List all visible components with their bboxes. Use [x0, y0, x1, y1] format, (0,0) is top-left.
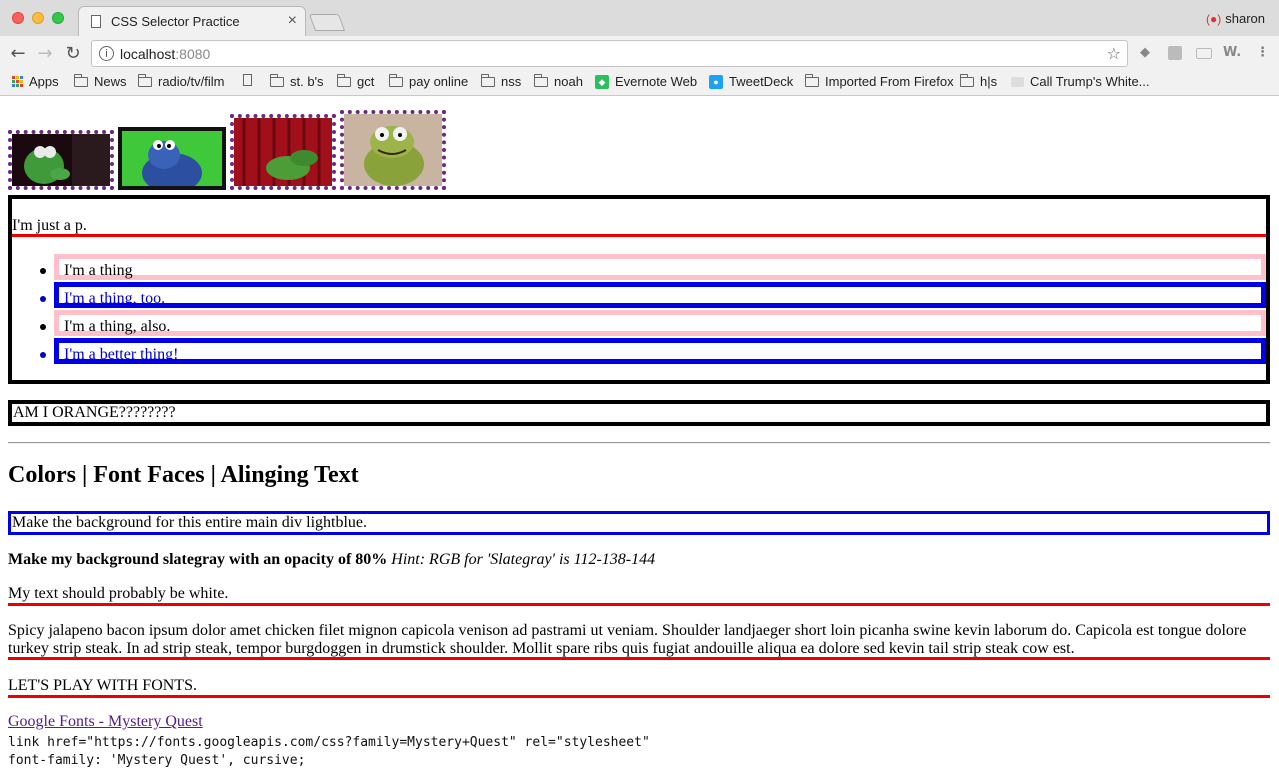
apps-grid-icon: [12, 76, 23, 87]
close-window-button[interactable]: [12, 12, 24, 24]
slategray-instruction: Make my background slategray with an opa…: [8, 551, 655, 569]
list-item: I'm a thing, also.: [40, 310, 1266, 336]
section-heading: Colors | Font Faces | Alinging Text: [8, 462, 359, 488]
profile-icon: (●): [1206, 12, 1222, 26]
bullet-icon: [40, 296, 46, 302]
slategray-hint: Hint: RGB for 'Slategray' is 112-138-144: [391, 551, 656, 568]
google-fonts-link[interactable]: Google Fonts - Mystery Quest: [8, 713, 203, 731]
title-bar: CSS Selector Practice × (●) sharon: [0, 0, 1279, 36]
white-text-paragraph: My text should probably be white.: [8, 584, 1270, 606]
bookmarks-bar: Apps News radio/tv/film st. b's gct pay …: [0, 70, 1279, 95]
folder-icon: [270, 73, 284, 87]
bookmark-hs[interactable]: h|s: [960, 73, 997, 89]
bookmark-radio-tv-film[interactable]: radio/tv/film: [138, 73, 224, 89]
bookmark-tweetdeck[interactable]: ● TweetDeck: [709, 74, 793, 89]
site-icon: [1011, 76, 1024, 87]
orange-box: AM I ORANGE????????: [8, 400, 1270, 426]
folder-icon: [74, 73, 88, 87]
twitter-icon: ●: [709, 74, 723, 89]
list-item: I'm a thing: [40, 254, 1266, 280]
folder-icon: [534, 73, 548, 87]
bullet-icon: [40, 268, 46, 274]
evernote-icon: ◆: [595, 74, 609, 89]
folder-icon: [481, 73, 495, 87]
info-icon[interactable]: i: [99, 46, 114, 61]
page-icon: [91, 15, 101, 28]
extension-icon[interactable]: [1168, 46, 1182, 60]
forward-button[interactable]: →: [35, 43, 55, 64]
bookmark-page[interactable]: [243, 74, 258, 86]
bookmark-st-bs[interactable]: st. b's: [270, 73, 324, 89]
minimize-window-button[interactable]: [32, 12, 44, 24]
fonts-paragraph: LET'S PLAY WITH FONTS.: [8, 676, 1270, 698]
profile-button[interactable]: (●) sharon: [1206, 11, 1265, 26]
folder-icon: [337, 73, 351, 87]
code-line-link: link href="https://fonts.googleapis.com/…: [8, 735, 650, 750]
bookmark-noah[interactable]: noah: [534, 73, 583, 89]
kermit-image-1: [8, 130, 114, 190]
menu-icon[interactable]: ⋮: [1256, 45, 1269, 60]
bookmark-evernote-web[interactable]: ◆ Evernote Web: [595, 74, 697, 89]
profile-name: sharon: [1225, 11, 1265, 26]
reload-button[interactable]: ↻: [63, 43, 83, 64]
horizontal-rule: [8, 442, 1270, 444]
page-icon: [243, 74, 252, 86]
folder-icon: [389, 73, 403, 87]
new-tab-button[interactable]: [308, 14, 346, 31]
bullet-icon: [40, 352, 46, 358]
browser-tab[interactable]: CSS Selector Practice ×: [78, 6, 306, 36]
bullet-icon: [40, 324, 46, 330]
kermit-image-2: [230, 114, 336, 190]
tab-title: CSS Selector Practice: [111, 14, 240, 29]
lightblue-text: Make the background for this entire main…: [12, 514, 368, 531]
browser-chrome: CSS Selector Practice × (●) sharon ← → ↻ …: [0, 0, 1279, 96]
just-a-p-text: I'm just a p.: [12, 217, 87, 234]
page-content: I'm just a p. I'm a thing I'm a thing, t…: [0, 96, 1279, 775]
kermit-image-3: [340, 110, 446, 190]
address-bar[interactable]: i localhost:8080 ☆: [91, 40, 1128, 67]
list-item: I'm a better thing!: [40, 338, 1266, 364]
folder-icon: [960, 73, 974, 87]
bookmark-nss[interactable]: nss: [481, 73, 521, 89]
url-text[interactable]: localhost:8080: [120, 46, 210, 62]
cookie-monster-image: [118, 127, 226, 190]
list-item: I'm a thing, too.: [40, 282, 1266, 308]
extension-icon[interactable]: [1196, 48, 1212, 59]
bookmark-call-trump[interactable]: Call Trump's White...: [1011, 74, 1150, 89]
folder-icon: [805, 73, 819, 87]
bookmark-imported-from-firefox[interactable]: Imported From Firefox: [805, 73, 954, 89]
w-icon[interactable]: W.: [1223, 45, 1241, 60]
slategray-bold-text: Make my background slategray with an opa…: [8, 551, 388, 568]
lightblue-instruction-box: Make the background for this entire main…: [8, 511, 1270, 535]
bacon-ipsum-paragraph: Spicy jalapeno bacon ipsum dolor amet ch…: [8, 622, 1270, 660]
orange-text: AM I ORANGE????????: [13, 404, 176, 421]
folder-icon: [138, 73, 152, 87]
main-box: I'm just a p. I'm a thing I'm a thing, t…: [8, 195, 1270, 384]
back-button[interactable]: ←: [8, 43, 28, 64]
maximize-window-button[interactable]: [52, 12, 64, 24]
code-line-font-family: font-family: 'Mystery Quest', cursive;: [8, 753, 306, 768]
browser-toolbar: ← → ↻ i localhost:8080 ☆ ◆ W. ⋮: [0, 36, 1279, 70]
just-a-p-paragraph: I'm just a p.: [12, 213, 1266, 237]
close-tab-icon[interactable]: ×: [288, 12, 297, 30]
bookmark-pay-online[interactable]: pay online: [389, 73, 468, 89]
bookmark-gct[interactable]: gct: [337, 73, 374, 89]
bookmark-apps[interactable]: Apps: [12, 74, 59, 89]
bookmark-star-icon[interactable]: ☆: [1107, 44, 1121, 63]
evernote-icon[interactable]: ◆: [1140, 45, 1150, 60]
bookmark-news[interactable]: News: [74, 73, 127, 89]
